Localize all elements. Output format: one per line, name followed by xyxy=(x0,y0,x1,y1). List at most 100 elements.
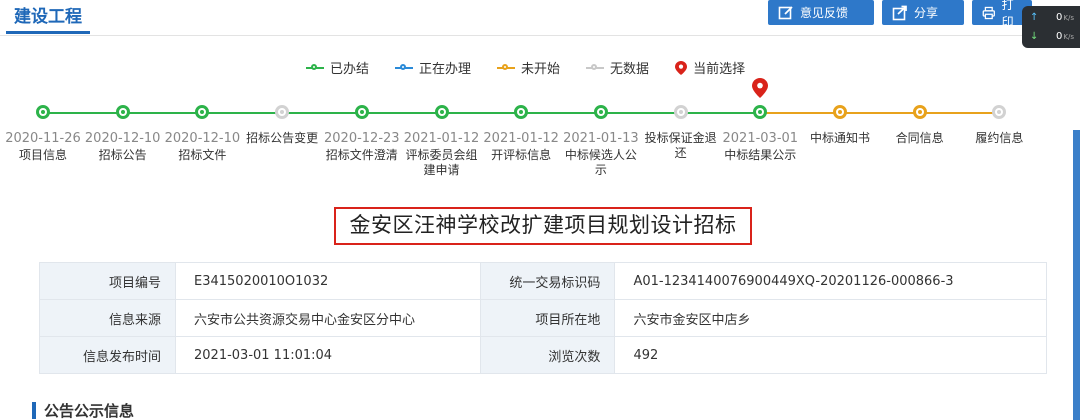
step-label: 招标文件澄清 xyxy=(325,148,398,162)
trade-id-label: 统一交易标识码 xyxy=(480,262,616,300)
table-row: 信息来源 六安市公共资源交易中心金安区分中心 项目所在地 六安市金安区中店乡 xyxy=(39,299,1047,337)
view-count-value: 492 xyxy=(614,336,1047,374)
download-value: 0 xyxy=(1056,30,1063,42)
edit-icon xyxy=(778,5,793,19)
step-label: 履约信息 xyxy=(975,131,1024,145)
action-toolbar: 意见反馈 分享 打印 xyxy=(768,0,1032,29)
step-date: 2020-12-10 xyxy=(164,131,241,146)
heading-accent-bar xyxy=(32,402,36,419)
upload-speed: ↑ 0K/s xyxy=(1022,6,1080,25)
project-location-label: 项目所在地 xyxy=(480,299,616,337)
timeline-step[interactable]: 履约信息 xyxy=(959,104,1039,146)
done-marker-icon xyxy=(306,63,324,70)
timeline-step[interactable]: 投标保证金退还 xyxy=(641,104,721,161)
publish-time-value: 2021-03-01 11:01:04 xyxy=(174,336,482,374)
timeline-step[interactable]: 2021-01-12 开评标信息 xyxy=(481,104,561,163)
step-date: 2020-12-10 xyxy=(84,131,161,146)
step-date: 2020-12-23 xyxy=(324,131,400,146)
step-date: 2021-03-01 xyxy=(722,131,799,146)
table-row: 信息发布时间 2021-03-01 11:01:04 浏览次数 492 xyxy=(39,336,1047,374)
process-timeline: 2020-11-26 项目信息 2020-12-10 招标公告 2020-12-10 招标… xyxy=(0,78,1040,194)
share-label: 分享 xyxy=(914,6,939,20)
announcement-section-heading: 公告公示信息 xyxy=(32,400,134,420)
location-pin-icon xyxy=(675,60,688,75)
publish-time-label: 信息发布时间 xyxy=(39,336,176,374)
share-button[interactable]: 分享 xyxy=(882,0,964,25)
arrow-up-icon: ↑ xyxy=(1030,11,1039,23)
project-title: 金安区汪神学校改扩建项目规划设计招标 xyxy=(334,207,752,245)
timeline-step[interactable]: 合同信息 xyxy=(880,104,960,146)
step-status-dot-icon xyxy=(593,105,608,119)
feedback-button[interactable]: 意见反馈 xyxy=(768,0,874,25)
arrow-down-icon: ↓ xyxy=(1030,30,1039,42)
not-started-marker-icon xyxy=(497,63,516,70)
view-count-label: 浏览次数 xyxy=(480,336,616,374)
timeline-step[interactable]: 2021-03-01 中标结果公示 xyxy=(720,104,800,163)
step-label: 合同信息 xyxy=(895,131,944,145)
step-status-dot-icon xyxy=(275,105,290,119)
step-status-dot-icon xyxy=(912,105,927,119)
step-status-dot-icon xyxy=(753,105,768,119)
legend-current: 当前选择 xyxy=(675,58,745,77)
timeline-step[interactable]: 2020-12-10 招标文件 xyxy=(162,104,242,163)
timeline-step[interactable]: 中标通知书 xyxy=(800,104,880,146)
download-speed: ↓ 0K/s xyxy=(1022,25,1080,44)
project-info-table: 项目编号 E3415020010O1032 统一交易标识码 A01-123414… xyxy=(39,262,1047,374)
upload-value: 0 xyxy=(1056,11,1063,23)
step-status-dot-icon xyxy=(115,105,130,119)
step-label: 投标保证金退还 xyxy=(644,131,717,160)
legend-doing-label: 正在办理 xyxy=(419,62,472,77)
current-location-pin-icon xyxy=(752,78,768,98)
step-status-dot-icon xyxy=(514,105,529,119)
info-source-label: 信息来源 xyxy=(39,299,176,337)
legend-no-data-label: 无数据 xyxy=(610,62,650,77)
timeline-step[interactable]: 2020-12-23 招标文件澄清 xyxy=(322,104,402,163)
table-row: 项目编号 E3415020010O1032 统一交易标识码 A01-123414… xyxy=(39,262,1047,300)
step-status-dot-icon xyxy=(36,105,50,119)
project-code-value: E3415020010O1032 xyxy=(174,262,482,300)
step-date: 2020-11-26 xyxy=(5,131,81,146)
status-legend: 已办结 正在办理 未开始 无数据 当前选择 xyxy=(306,58,745,77)
timeline-step[interactable]: 2020-11-26 项目信息 xyxy=(3,104,83,163)
upload-unit: K/s xyxy=(1063,13,1074,22)
print-label: 打印 xyxy=(1001,0,1014,29)
step-status-dot-icon xyxy=(992,105,1007,119)
step-label: 项目信息 xyxy=(18,148,67,162)
legend-current-label: 当前选择 xyxy=(693,62,746,77)
download-unit: K/s xyxy=(1063,32,1074,41)
trade-id-value: A01-1234140076900449XQ-20201126-000866-3 xyxy=(614,262,1047,300)
share-icon xyxy=(892,5,907,20)
step-label: 中标结果公示 xyxy=(724,148,797,162)
legend-not-started: 未开始 xyxy=(497,58,560,77)
timeline-step[interactable]: 2020-12-10 招标公告 xyxy=(83,104,163,163)
legend-doing: 正在办理 xyxy=(395,58,471,77)
step-date: 2021-01-12 xyxy=(483,131,559,146)
step-label: 招标公告变更 xyxy=(246,131,319,145)
legend-not-started-label: 未开始 xyxy=(521,62,561,77)
legend-done: 已办结 xyxy=(306,58,369,77)
network-monitor-widget: ↑ 0K/s ↓ 0K/s xyxy=(1022,6,1080,48)
section-tab-construction[interactable]: 建设工程 xyxy=(6,4,90,34)
step-label: 中标通知书 xyxy=(809,131,870,145)
timeline-step[interactable]: 2021-01-12 评标委员会组建申请 xyxy=(402,104,482,178)
side-scroll-strip[interactable] xyxy=(1073,130,1080,420)
announcement-heading-label: 公告公示信息 xyxy=(44,402,135,420)
step-label: 开评标信息 xyxy=(491,148,552,162)
step-label: 招标文件 xyxy=(178,148,227,162)
info-source-value: 六安市公共资源交易中心金安区分中心 xyxy=(174,299,482,337)
step-status-dot-icon xyxy=(434,105,449,119)
doing-marker-icon xyxy=(395,63,414,70)
project-location-value: 六安市金安区中店乡 xyxy=(614,299,1047,337)
project-code-label: 项目编号 xyxy=(39,262,176,300)
step-status-dot-icon xyxy=(195,105,210,119)
legend-done-label: 已办结 xyxy=(330,62,370,77)
timeline-step[interactable]: 2021-01-13 中标候选人公示 xyxy=(561,104,641,178)
step-date: 2021-01-13 xyxy=(563,131,639,146)
step-date: 2021-01-12 xyxy=(403,131,480,146)
step-status-dot-icon xyxy=(354,105,369,119)
legend-no-data: 无数据 xyxy=(586,58,649,77)
step-status-dot-icon xyxy=(673,105,688,119)
timeline-step[interactable]: 招标公告变更 xyxy=(242,104,322,146)
step-label: 评标委员会组建申请 xyxy=(405,148,478,177)
step-label: 招标公告 xyxy=(98,148,147,162)
